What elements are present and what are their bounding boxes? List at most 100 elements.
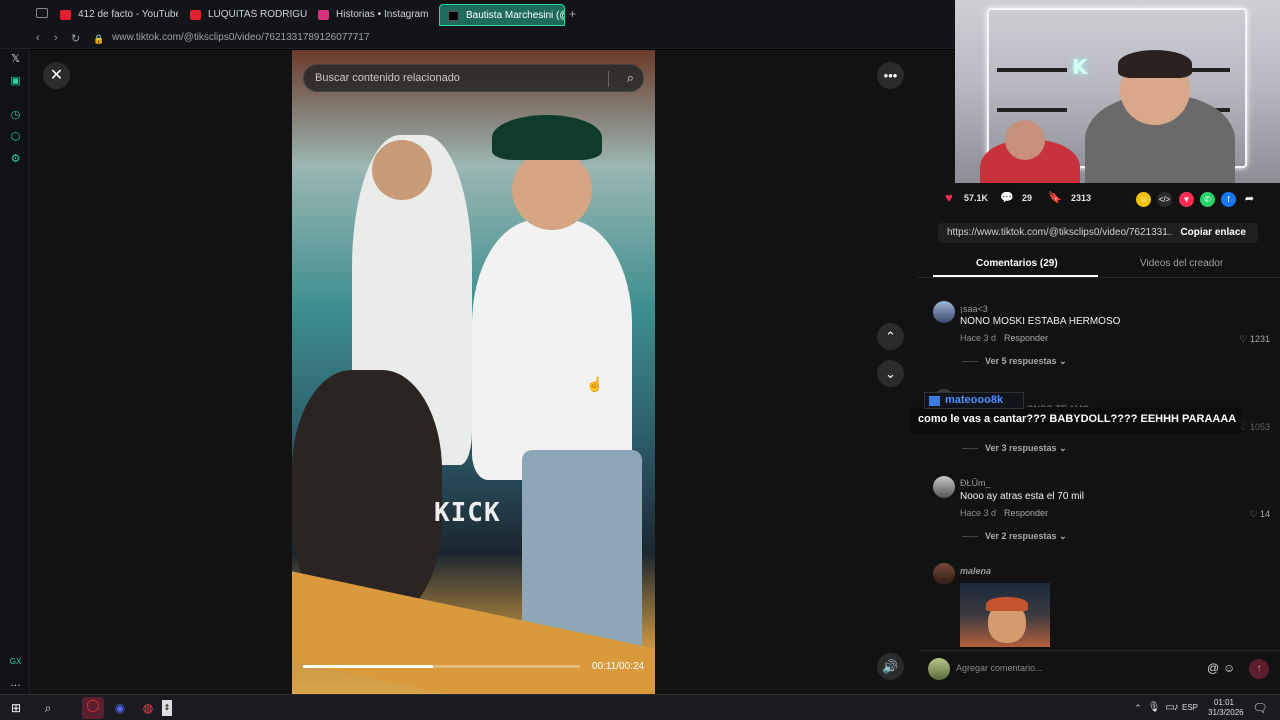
view-replies-label: Ver 2 respuestas [985, 531, 1057, 541]
tab-bar: 412 de facto - YouTube LUQUITAS RODRIGUE… [0, 0, 955, 29]
avatar[interactable] [933, 301, 955, 323]
url-field[interactable]: www.tiktok.com/@tiksclips0/video/7621331… [112, 32, 370, 43]
opera-gx-taskbar-icon[interactable]: ◯ [82, 697, 104, 719]
chevron-down-icon[interactable]: ⌄ [877, 360, 904, 387]
chevron-down-icon: ⌄ [1059, 443, 1067, 453]
comment-icon[interactable]: 💬 [1000, 191, 1014, 205]
copy-link-button[interactable]: Copiar enlace [1180, 227, 1246, 238]
tab-tiktok[interactable]: Bautista Marchesini (@ [439, 4, 565, 26]
reply-button[interactable]: Responder [1004, 508, 1048, 518]
extensions-icon[interactable]: ⬡ [8, 130, 23, 145]
kick-badge-icon [929, 396, 940, 406]
tab-comments[interactable]: Comentarios (29) [976, 258, 1058, 269]
comment-likes[interactable]: ♡ 1053 [1239, 422, 1270, 433]
reply-button[interactable]: Responder [1004, 333, 1048, 343]
shelf [997, 68, 1067, 72]
app-scroll-icon[interactable]: ⇕ [162, 700, 172, 716]
new-tab-button[interactable]: + [569, 7, 576, 21]
back-icon[interactable]: ‹ [36, 32, 40, 44]
heart-icon[interactable]: ♥ [942, 191, 956, 205]
volume-icon[interactable]: 🔊 [877, 653, 904, 680]
tab-creator-videos[interactable]: Videos del creador [1140, 258, 1223, 269]
forward-icon[interactable]: ➦ [1242, 192, 1257, 207]
comment-like-count: 1231 [1249, 334, 1270, 344]
app-taskbar-icon[interactable]: ◍ [140, 700, 156, 716]
video-figure [472, 220, 632, 480]
comment-text: Nooo ay atras esta el 70 mil [960, 491, 1084, 502]
notifications-icon[interactable]: 🗨 [1252, 700, 1268, 716]
tab-instagram[interactable]: Historias • Instagram [310, 4, 436, 26]
webcam-overlay [955, 0, 1280, 183]
heart-outline-icon: ♡ [1249, 509, 1260, 519]
forward-icon[interactable]: › [54, 32, 58, 44]
close-icon[interactable]: ✕ [43, 62, 70, 89]
comment-likes[interactable]: ♡ 1231 [1239, 334, 1270, 345]
comment-time: Hace 3 d [960, 508, 997, 518]
search-placeholder: Buscar contenido relacionado [315, 72, 460, 84]
gx-label: GX [9, 657, 22, 666]
avatar[interactable] [933, 563, 955, 585]
browser-sidebar: ◎ 𝕏 ▣ ◷ ⬡ ⚙ GX … [0, 0, 30, 694]
person-left-head [1005, 120, 1045, 160]
comment-username[interactable]: ÐŁŪm_ [960, 478, 991, 488]
whatsapp-icon[interactable]: ✆ [1200, 192, 1215, 207]
tray-chevron-up-icon[interactable]: ⌃ [1130, 700, 1146, 716]
settings-icon[interactable]: ⚙ [8, 152, 23, 167]
comment-input[interactable]: Agregar comentario... [956, 663, 1043, 673]
user-avatar[interactable] [928, 658, 950, 680]
search-icon[interactable]: ⌕ [627, 70, 634, 86]
clock[interactable]: 01:01 31/3/2026 [1208, 698, 1244, 718]
chevron-up-icon[interactable]: ⌃ [877, 323, 904, 350]
comment-likes[interactable]: ♡ 14 [1249, 509, 1270, 520]
windows-start-icon[interactable]: ⊞ [8, 700, 24, 716]
video-player[interactable] [292, 50, 655, 694]
embed-icon[interactable]: </> [1157, 192, 1172, 207]
microphone-icon[interactable]: 🎙 [1146, 700, 1162, 716]
emoji-icon[interactable]: ☺ [1223, 661, 1235, 675]
history-icon[interactable]: ◷ [8, 108, 23, 123]
view-replies-button[interactable]: Ver 2 respuestas ⌄ [985, 531, 1067, 542]
search-icon[interactable]: ⌕ [40, 700, 56, 716]
kick-watermark: KICK [434, 498, 501, 528]
comment-username[interactable]: malena [960, 566, 991, 576]
view-replies-button[interactable]: Ver 3 respuestas ⌄ [985, 443, 1067, 454]
comment-count: 29 [1022, 193, 1033, 203]
instagram-icon [318, 10, 329, 20]
post-comment-button[interactable]: ↑ [1249, 659, 1269, 679]
person-right-hair [1118, 50, 1192, 78]
discord-icon[interactable]: ◉ [112, 700, 128, 716]
share-tiktok-icon[interactable]: ▼ [1179, 192, 1194, 207]
tab-label: 412 de facto - YouTube [78, 9, 178, 20]
chat-message-text: como le vas a cantar??? BABYDOLL???? EEH… [918, 413, 1237, 425]
clock-time: 01:01 [1213, 698, 1235, 707]
tab-label: Historias • Instagram [336, 9, 429, 20]
tab-youtube-2[interactable]: LUQUITAS RODRIGUEZ Y [182, 4, 308, 26]
heart-outline-icon: ♡ [1239, 334, 1250, 344]
view-replies-label: Ver 5 respuestas [985, 356, 1057, 366]
coin-icon[interactable]: ☺ [1136, 192, 1151, 207]
reload-icon[interactable]: ↻ [71, 32, 80, 45]
video-progress-bar[interactable] [303, 665, 580, 668]
replies-line [962, 361, 978, 362]
x-twitter-icon[interactable]: 𝕏 [8, 52, 23, 67]
avatar[interactable] [933, 476, 955, 498]
related-search-input[interactable]: Buscar contenido relacionado ⌕ [303, 64, 644, 92]
comment-image[interactable] [960, 583, 1050, 647]
shelf [997, 108, 1067, 112]
mention-icon[interactable]: @ [1207, 661, 1219, 675]
tab-youtube-1[interactable]: 412 de facto - YouTube [52, 4, 178, 26]
more-icon[interactable]: … [8, 676, 23, 691]
windows-taskbar: ⊞ ⌕ ◯ ◉ ◍ ⇕ ⌃ 🎙 ▭ ♪ ESP 01:01 31/3/2026 … [0, 694, 1280, 720]
workspace-icon[interactable]: ▣ [8, 74, 23, 89]
comment-username[interactable]: ¡saa<3 [960, 304, 988, 314]
video-time: 00:11/00:24 [592, 661, 645, 672]
replies-line [962, 448, 978, 449]
facebook-icon[interactable]: f [1221, 192, 1236, 207]
view-replies-button[interactable]: Ver 5 respuestas ⌄ [985, 356, 1067, 367]
language-indicator[interactable]: ESP [1182, 703, 1198, 712]
more-options-icon[interactable]: ••• [877, 62, 904, 89]
tab-grid-icon[interactable] [36, 8, 48, 18]
clock-date: 31/3/2026 [1208, 708, 1244, 717]
tab-label: Bautista Marchesini (@ [466, 10, 565, 21]
bookmark-icon[interactable]: 🔖 [1048, 191, 1062, 205]
